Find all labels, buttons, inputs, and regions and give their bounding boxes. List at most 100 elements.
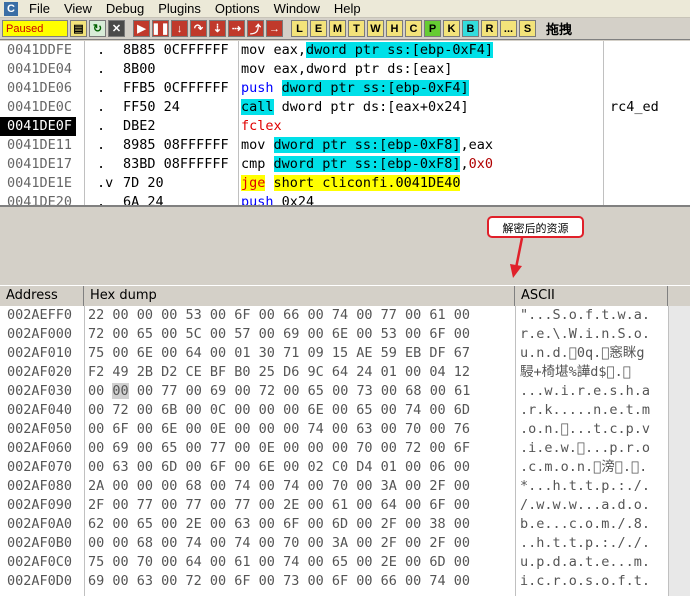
disasm-bytes: 7D 20: [123, 175, 164, 191]
disassembly-pane[interactable]: 0041DDFE. 8B85 0CFFFFFF mov eax,dword ptr …: [0, 41, 690, 205]
menu-file[interactable]: File: [22, 1, 57, 16]
disasm-row[interactable]: 0041DE0C. FF50 24 call dword ptr ds:[eax+0…: [0, 98, 690, 117]
toolbar-window-h-button[interactable]: H: [386, 20, 403, 37]
disasm-row[interactable]: 0041DE20. 6A 24 push 0x24: [0, 193, 690, 205]
step-over-icon[interactable]: ↷: [190, 20, 207, 37]
dump-row[interactable]: 002AF0A0 62 00 65 00 2E 00 63 00 6F 00 6D…: [0, 515, 690, 534]
dump-byte[interactable]: 72: [259, 383, 275, 399]
toolbar-window-c-button[interactable]: C: [405, 20, 422, 37]
dump-row[interactable]: 002AF080 2A 00 00 00 68 00 74 00 74 00 70…: [0, 477, 690, 496]
toolbar-window-b-button[interactable]: B: [462, 20, 479, 37]
dump-ascii: ...w.i.r.e.s.h.a: [520, 383, 651, 399]
dump-address: 002AF030: [7, 383, 73, 399]
dump-ascii: 駸+椅堪%譁d$ . : [520, 364, 631, 380]
dump-byte[interactable]: 68: [405, 383, 421, 399]
dump-byte[interactable]: 00: [283, 383, 299, 399]
dump-row[interactable]: 002AEFF0 22 00 00 00 53 00 6F 00 66 00 74…: [0, 306, 690, 325]
disasm-instruction: jge short cliconfi.0041DE40: [241, 174, 461, 193]
menu-bar: C File View Debug Plugins Options Window Help: [0, 0, 690, 18]
disasm-address: 0041DE0F: [0, 117, 76, 136]
toolbar-window-p-button[interactable]: P: [424, 20, 441, 37]
dump-byte[interactable]: 00: [186, 383, 202, 399]
header-address[interactable]: Address: [0, 286, 84, 306]
dump-row[interactable]: 002AF070 00 63 00 6D 00 6F 00 6E 00 02 C0…: [0, 458, 690, 477]
disasm-instruction: push 0x24: [241, 193, 314, 205]
toolbar-window-s-button[interactable]: S: [519, 20, 536, 37]
dump-row[interactable]: 002AF060 00 69 00 65 00 77 00 0E 00 00 00…: [0, 439, 690, 458]
drag-label[interactable]: 拖拽: [546, 19, 572, 38]
dump-row[interactable]: 002AF000 72 00 65 00 5C 00 57 00 69 00 6E…: [0, 325, 690, 344]
dump-row[interactable]: 002AF090 2F 00 77 00 77 00 77 00 2E 00 61…: [0, 496, 690, 515]
toolbar-window-w-button[interactable]: W: [367, 20, 384, 37]
menu-help[interactable]: Help: [327, 1, 368, 16]
dump-byte[interactable]: 61: [454, 383, 470, 399]
go-to-icon[interactable]: →: [266, 20, 283, 37]
restart-icon[interactable]: ↻: [89, 20, 106, 37]
dump-row[interactable]: 002AF0C0 75 00 70 00 64 00 61 00 74 00 65…: [0, 553, 690, 572]
disasm-jump-marker: .: [97, 99, 106, 115]
hex-dump-pane[interactable]: 002AEFF0 22 00 00 00 53 00 6F 00 66 00 74…: [0, 306, 690, 596]
dump-row[interactable]: 002AF0D0 69 00 63 00 72 00 6F 00 73 00 6F…: [0, 572, 690, 591]
close-icon[interactable]: ✕: [108, 20, 125, 37]
disasm-row[interactable]: 0041DE04. 8B00 mov eax,dword ptr ds:[eax]: [0, 60, 690, 79]
dump-byte[interactable]: 73: [356, 383, 372, 399]
open-icon[interactable]: ▤: [70, 20, 87, 37]
dump-address: 002AF0A0: [7, 516, 73, 532]
dump-ascii: *...h.t.t.p.:./.: [520, 478, 651, 494]
toolbar-window-m-button[interactable]: M: [329, 20, 346, 37]
dump-row[interactable]: 002AF020 F2 49 2B D2 CE BF B0 25 D6 9C 64…: [0, 363, 690, 382]
toolbar-window-t-button[interactable]: T: [348, 20, 365, 37]
pause-icon[interactable]: ❚❚: [151, 20, 170, 37]
menu-debug[interactable]: Debug: [99, 1, 151, 16]
dump-byte[interactable]: 00: [112, 383, 129, 399]
dump-byte[interactable]: 69: [210, 383, 226, 399]
dump-ascii: i.c.r.o.s.o.f.t.: [520, 573, 651, 589]
menu-options[interactable]: Options: [208, 1, 267, 16]
dump-byte[interactable]: 65: [308, 383, 324, 399]
trace-into-icon[interactable]: ⇣: [209, 20, 226, 37]
dump-row[interactable]: 002AF0B0 00 00 68 00 74 00 74 00 70 00 3A…: [0, 534, 690, 553]
step-into-icon[interactable]: ↓: [171, 20, 188, 37]
toolbar-window-e-button[interactable]: E: [310, 20, 327, 37]
header-ascii[interactable]: ASCII: [515, 286, 668, 306]
disasm-row[interactable]: 0041DE17. 83BD 08FFFFFF cmp dword ptr ss:[…: [0, 155, 690, 174]
disasm-row[interactable]: 0041DDFE. 8B85 0CFFFFFF mov eax,dword ptr …: [0, 41, 690, 60]
dump-byte[interactable]: 77: [161, 383, 177, 399]
menu-view[interactable]: View: [57, 1, 99, 16]
dump-byte[interactable]: 00: [137, 383, 153, 399]
trace-over-icon[interactable]: ⇢: [228, 20, 245, 37]
dump-byte[interactable]: 00: [332, 383, 348, 399]
dump-byte[interactable]: 00: [381, 383, 397, 399]
toolbar-window-more-button[interactable]: ...: [500, 20, 517, 37]
instruction-token: 0x24: [273, 194, 315, 205]
menu-plugins[interactable]: Plugins: [151, 1, 208, 16]
instruction-token: push: [241, 194, 274, 205]
dump-byte[interactable]: 00: [88, 383, 104, 399]
dump-hex-bytes: 00 00 00 77 00 69 00 72 00 65 00 73 00 6…: [88, 382, 470, 401]
disasm-row[interactable]: 0041DE06. FFB5 0CFFFFFF push dword ptr ss:…: [0, 79, 690, 98]
menu-window[interactable]: Window: [267, 1, 327, 16]
dump-ascii: .i.e.w. ...p.r.o: [520, 440, 651, 456]
disasm-row[interactable]: 0041DE1E .v 7D 20 jge short cliconfi.0041DE…: [0, 174, 690, 193]
run-icon[interactable]: ▶: [133, 20, 150, 37]
toolbar-window-l-button[interactable]: L: [291, 20, 308, 37]
disasm-jump-marker: .: [97, 156, 106, 172]
instruction-token: [274, 80, 282, 96]
header-hex-dump[interactable]: Hex dump: [84, 286, 515, 306]
dump-byte[interactable]: 00: [234, 383, 250, 399]
execute-till-return-icon[interactable]: ⤴: [247, 20, 264, 37]
toolbar-window-k-button[interactable]: K: [443, 20, 460, 37]
dump-byte[interactable]: 00: [430, 383, 446, 399]
dump-row[interactable]: 002AF010 75 00 6E 00 64 00 01 30 71 09 15…: [0, 344, 690, 363]
dump-row[interactable]: 002AF050 00 6F 00 6E 00 0E 00 00 00 74 00…: [0, 420, 690, 439]
disasm-row[interactable]: 0041DE11. 8985 08FFFFFF mov dword ptr ss:[…: [0, 136, 690, 155]
toolbar-window-r-button[interactable]: R: [481, 20, 498, 37]
disasm-address: 0041DE06: [7, 80, 73, 96]
dump-hex-bytes: 75 00 70 00 64 00 61 00 74 00 65 00 2E 0…: [88, 554, 471, 570]
dump-row[interactable]: 002AF040 00 72 00 6B 00 0C 00 00 00 6E 00…: [0, 401, 690, 420]
disasm-row[interactable]: 0041DE0F. DBE2 fclex: [0, 117, 690, 136]
dump-ascii: b.e...c.o.m./.8.: [520, 516, 651, 532]
disasm-instruction: fclex: [241, 117, 282, 136]
dump-address: 002AF0B0: [7, 535, 73, 551]
dump-row[interactable]: 002AF030 00 00 00 77 00 69 00 72 00 65 00…: [0, 382, 690, 401]
